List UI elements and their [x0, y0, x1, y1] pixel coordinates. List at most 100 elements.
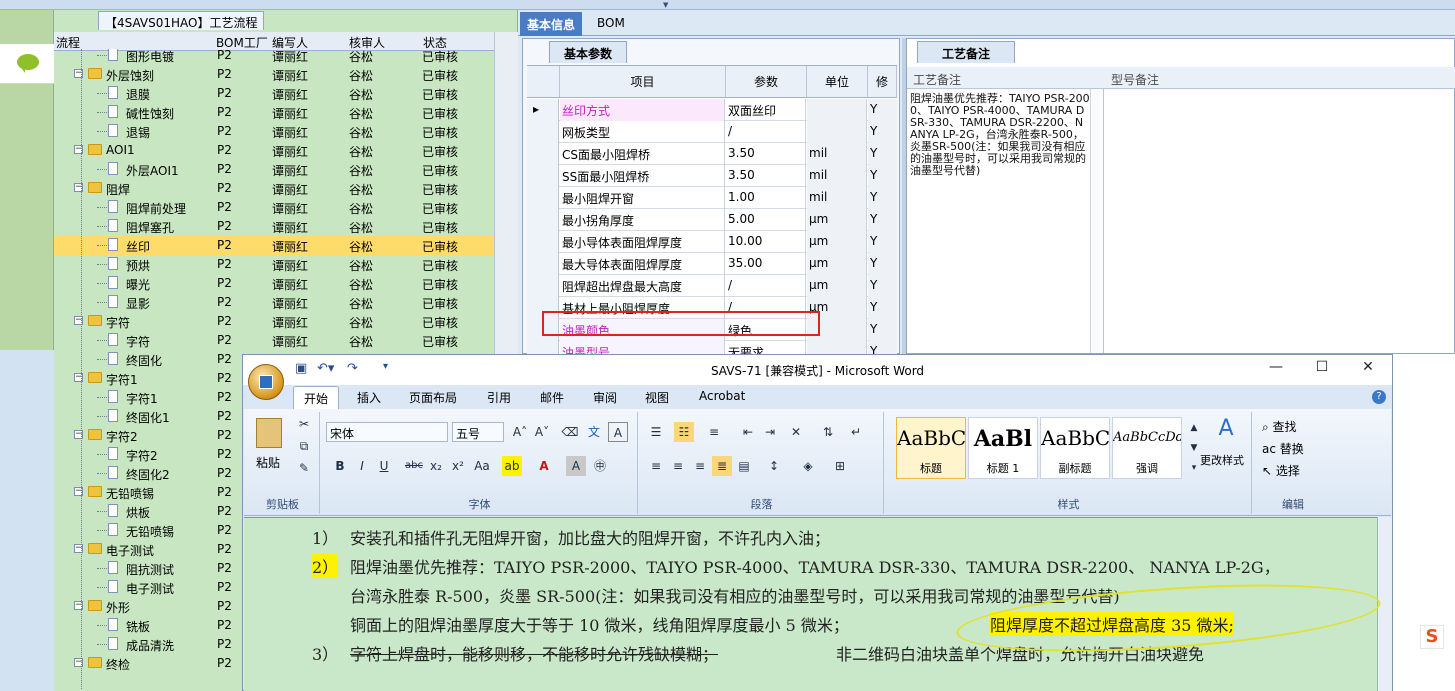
enclose-char-icon[interactable]: ㊥: [590, 456, 610, 476]
shrink-font-icon[interactable]: A˅: [532, 422, 552, 442]
row-header[interactable]: [527, 275, 559, 297]
tab-bom[interactable]: BOM: [590, 12, 632, 36]
param-cell-item[interactable]: 油墨型号: [560, 341, 725, 355]
param-cell-value[interactable]: /: [726, 275, 806, 297]
param-row[interactable]: 阻焊超出焊盘最大高度 / μm Y: [527, 275, 897, 297]
param-row[interactable]: 最小拐角厚度 5.00 μm Y: [527, 209, 897, 231]
param-cell-flag[interactable]: Y: [868, 341, 897, 355]
minimize-icon[interactable]: —: [1253, 359, 1299, 381]
param-row[interactable]: 油墨型号 无要求 Y: [527, 341, 897, 355]
param-cell-unit[interactable]: μm: [807, 253, 867, 275]
row-header[interactable]: [527, 253, 559, 275]
subscript-icon[interactable]: x₂: [426, 456, 446, 476]
row-header[interactable]: [527, 231, 559, 253]
multilevel-list-icon[interactable]: ≡: [704, 422, 724, 442]
param-cell-item[interactable]: 最小阻焊开窗: [560, 187, 725, 209]
param-row[interactable]: 网板类型 / Y: [527, 121, 897, 143]
row-header[interactable]: [527, 319, 559, 341]
document-area[interactable]: 1） 安装孔和插件孔无阻焊开窗，加比盘大的阻焊开窗，不许孔内入油； 2） 阻焊油…: [244, 517, 1377, 691]
param-row[interactable]: ▸ 丝印方式 双面丝印 Y: [527, 99, 897, 121]
process-remarks-text[interactable]: 阻焊油墨优先推荐：TAIYO PSR-2000、TAIYO PSR-4000、T…: [910, 93, 1090, 177]
doc-line1-text[interactable]: 安装孔和插件孔无阻焊开窗，加比盘大的阻焊开窗，不许孔内入油；: [350, 525, 830, 549]
param-cell-value[interactable]: 无要求: [726, 341, 806, 355]
clear-format-icon[interactable]: ⌫: [560, 422, 580, 442]
document-scrollbar[interactable]: [1377, 517, 1392, 691]
remarks-scrollbar[interactable]: [1090, 89, 1104, 353]
param-cell-item[interactable]: 丝印方式: [560, 99, 725, 121]
align-center-icon[interactable]: ≡: [668, 456, 688, 476]
superscript-icon[interactable]: x²: [448, 456, 468, 476]
cut-icon[interactable]: ✂: [294, 414, 314, 434]
param-row[interactable]: SS面最小阻焊桥 3.50 mil Y: [527, 165, 897, 187]
param-row[interactable]: 最小导体表面阻焊厚度 10.00 μm Y: [527, 231, 897, 253]
tree-row[interactable]: 阻焊塞孔 P2 谭丽红 谷松 已审核: [54, 217, 494, 236]
highlight-icon[interactable]: ab: [502, 456, 522, 476]
bullets-icon[interactable]: ☰: [646, 422, 666, 442]
param-cell-value[interactable]: 10.00: [726, 231, 806, 253]
tree-row[interactable]: 图形电镀 P2 谭丽红 谷松 已审核: [54, 49, 494, 65]
param-cell-unit[interactable]: [807, 319, 867, 341]
tree-title-tab[interactable]: 【4SAVS01HAO】工艺流程: [98, 11, 265, 30]
tree-row[interactable]: 显影 P2 谭丽红 谷松 已审核: [54, 293, 494, 312]
font-size-select[interactable]: 五号: [452, 422, 504, 442]
param-cell-value[interactable]: /: [726, 297, 806, 319]
doc-line5-struck-text[interactable]: 字符上焊盘时，能移则移，不能移时允许残缺模糊；: [350, 641, 718, 665]
param-cell-flag[interactable]: Y: [868, 121, 897, 143]
tree-row[interactable]: − 字符 P2 谭丽红 谷松 已审核: [54, 312, 494, 331]
param-row[interactable]: 基材上最小阻焊厚度 / μm Y: [527, 297, 897, 319]
copy-icon[interactable]: ⧉: [294, 436, 314, 456]
tab-acrobat[interactable]: Acrobat: [699, 389, 745, 403]
tab-references[interactable]: 引用: [487, 389, 511, 406]
justify-icon[interactable]: ≣: [712, 456, 732, 476]
row-header[interactable]: [527, 209, 559, 231]
tree-row[interactable]: 曝光 P2 谭丽红 谷松 已审核: [54, 274, 494, 293]
param-cell-unit[interactable]: μm: [807, 209, 867, 231]
style-heading1[interactable]: AaBl 标题 1: [968, 417, 1038, 479]
param-cell-item[interactable]: 基材上最小阻焊厚度: [560, 297, 725, 319]
format-painter-icon[interactable]: ✎: [294, 458, 314, 478]
select-button[interactable]: ↖ 选择: [1262, 462, 1300, 479]
char-border-icon[interactable]: A: [608, 422, 628, 442]
param-cell-item[interactable]: 阻焊超出焊盘最大高度: [560, 275, 725, 297]
tab-page-layout[interactable]: 页面布局: [409, 389, 457, 406]
tree-row[interactable]: 退膜 P2 谭丽红 谷松 已审核: [54, 84, 494, 103]
help-icon[interactable]: ?: [1372, 390, 1386, 404]
paste-icon[interactable]: [256, 418, 282, 448]
tab-mailings[interactable]: 邮件: [540, 389, 564, 406]
grow-font-icon[interactable]: A˄: [510, 422, 530, 442]
style-title[interactable]: AaBbC 标题: [896, 417, 966, 479]
align-right-icon[interactable]: ≡: [690, 456, 710, 476]
param-cell-flag[interactable]: Y: [868, 187, 897, 209]
tab-home[interactable]: 开始: [293, 386, 340, 409]
doc-line4-text[interactable]: 铜面上的阻焊油墨厚度大于等于 10 微米，线角阻焊厚度最小 5 微米；: [350, 612, 849, 636]
row-header[interactable]: [527, 143, 559, 165]
change-styles-icon[interactable]: A: [1206, 416, 1246, 442]
sort-icon[interactable]: ⇅: [818, 422, 838, 442]
row-header[interactable]: [527, 121, 559, 143]
numbering-icon[interactable]: ☷: [674, 422, 694, 442]
row-header[interactable]: ▸: [527, 99, 559, 121]
param-cell-unit[interactable]: [807, 341, 867, 355]
param-cell-item[interactable]: 最小导体表面阻焊厚度: [560, 231, 725, 253]
italic-icon[interactable]: I: [352, 456, 372, 476]
row-header[interactable]: [527, 341, 559, 355]
paste-button[interactable]: 粘贴: [256, 454, 280, 471]
param-cell-value[interactable]: 1.00: [726, 187, 806, 209]
param-cell-flag[interactable]: Y: [868, 275, 897, 297]
param-cell-unit[interactable]: μm: [807, 231, 867, 253]
tree-row[interactable]: 退锡 P2 谭丽红 谷松 已审核: [54, 122, 494, 141]
change-case-icon[interactable]: Aa: [472, 456, 492, 476]
param-cell-flag[interactable]: Y: [868, 297, 897, 319]
param-cell-flag[interactable]: Y: [868, 319, 897, 341]
grid-col-value[interactable]: 参数: [726, 66, 807, 98]
param-cell-unit[interactable]: mil: [807, 165, 867, 187]
param-cell-item[interactable]: 最大导体表面阻焊厚度: [560, 253, 725, 275]
show-marks-icon[interactable]: ↵: [846, 422, 866, 442]
param-cell-unit[interactable]: [807, 99, 867, 121]
tab-basic-params[interactable]: 基本参数: [549, 41, 628, 63]
shading-icon[interactable]: ◈: [798, 456, 818, 476]
param-cell-value[interactable]: 3.50: [726, 165, 806, 187]
font-color-icon[interactable]: A: [534, 456, 554, 476]
tree-row[interactable]: 丝印 P2 谭丽红 谷松 已审核: [54, 236, 494, 255]
tree-row[interactable]: 碱性蚀刻 P2 谭丽红 谷松 已审核: [54, 103, 494, 122]
